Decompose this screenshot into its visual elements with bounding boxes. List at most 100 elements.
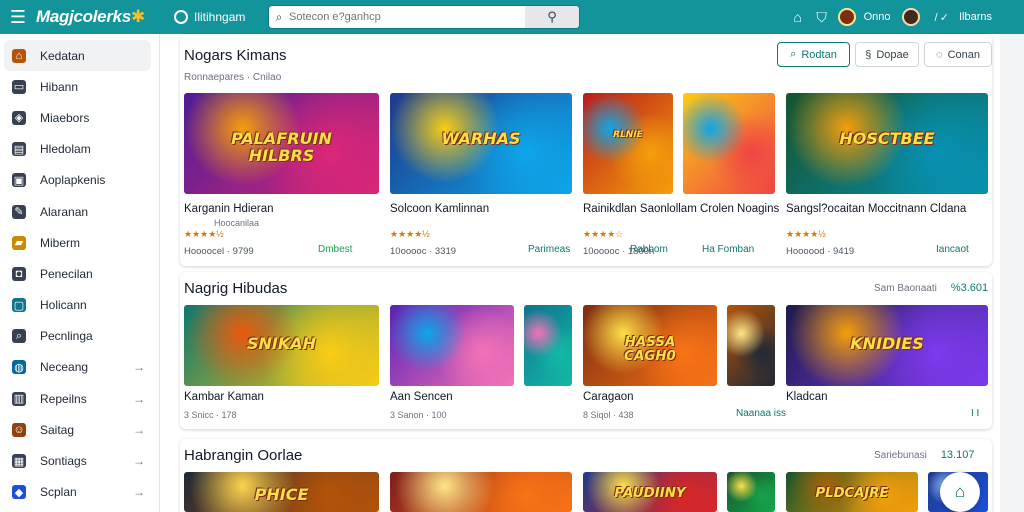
card-info: Hoooood · 9419 bbox=[786, 246, 855, 257]
gamepad-icon: ◈ bbox=[12, 110, 26, 125]
download-link[interactable]: Dmbest bbox=[318, 244, 352, 255]
download-link-extra[interactable]: Ha Fomban bbox=[702, 244, 754, 255]
game-thumbnail[interactable]: RLNIE bbox=[583, 93, 673, 194]
sidebar-item-7[interactable]: ◘ Penecilan bbox=[0, 258, 159, 289]
card-rating: 3 Sanon · 100 bbox=[390, 410, 447, 420]
sidebar-item-13[interactable]: ▦ Sontiags → bbox=[0, 445, 159, 476]
top-separator: / ✓ bbox=[934, 11, 949, 24]
hamburger-menu-icon[interactable]: ☰ bbox=[0, 0, 36, 34]
sidebar-item-10[interactable]: ◍ Neceang → bbox=[0, 352, 159, 383]
scrollbar[interactable] bbox=[1000, 34, 1024, 512]
floating-home-button[interactable]: ⌂ bbox=[940, 472, 980, 512]
game-thumbnail[interactable] bbox=[390, 305, 514, 386]
download-link[interactable]: Parimeas bbox=[528, 244, 570, 255]
avatar[interactable] bbox=[837, 8, 856, 26]
home-icon: ⌂ bbox=[954, 482, 966, 501]
game-thumbnail[interactable]: PAUDIINY bbox=[583, 472, 717, 512]
section-title-3: Habrangin Oorlae bbox=[184, 447, 303, 464]
card-title[interactable]: Solcoon Kamlinnan bbox=[390, 203, 489, 215]
card-extra[interactable]: I I bbox=[971, 408, 979, 419]
download-link[interactable]: Rabbom bbox=[630, 244, 668, 255]
game-thumbnail[interactable]: SNIKAH bbox=[184, 305, 379, 386]
sidebar-item-1[interactable]: ▭ Hibann bbox=[0, 71, 159, 102]
sidebar-item-5[interactable]: ✎ Alaranan bbox=[0, 196, 159, 227]
card-rating: ★★★★½ bbox=[786, 229, 826, 239]
sidebar-item-2[interactable]: ◈ Miaebors bbox=[0, 102, 159, 133]
game-thumbnail[interactable] bbox=[683, 93, 775, 194]
home-icon[interactable]: ⌂ bbox=[786, 9, 810, 25]
chevron-right-icon[interactable]: → bbox=[133, 454, 145, 468]
game-thumbnail[interactable]: PHICE bbox=[184, 472, 379, 512]
sidebar-item-label: Hibann bbox=[40, 79, 79, 94]
card-rating: ★★★★☆ bbox=[583, 229, 624, 239]
tag-icon: ▣ bbox=[12, 173, 26, 188]
game-thumbnail[interactable] bbox=[727, 472, 775, 512]
card-title[interactable]: Rainikdlan Saonlollam Crolen Noagins bbox=[583, 203, 779, 215]
game-thumbnail[interactable]: HASSA CAGH0 bbox=[583, 305, 717, 386]
sidebar-item-label: Pecnlinga bbox=[40, 329, 93, 344]
section-meta-label: Sam Baonaati bbox=[874, 283, 937, 294]
sidebar-item-0[interactable]: ⌂ Kedatan bbox=[4, 40, 151, 72]
top-right-actions: ⌂ ⛉ Onno / ✓ Ilbarns bbox=[786, 0, 1024, 34]
shield-icon[interactable]: ⛉ bbox=[810, 9, 834, 26]
card-title[interactable]: Aan Sencen bbox=[390, 391, 453, 403]
card-title[interactable]: Karganin Hdieran bbox=[184, 203, 274, 215]
brand-name: Magjcolerks bbox=[36, 7, 131, 26]
brand-logo[interactable]: Magjcolerks✱ bbox=[36, 7, 174, 27]
sidebar-item-label: Kedatan bbox=[40, 48, 85, 63]
filter-button-search[interactable]: ⌕ Rodtan bbox=[777, 42, 850, 67]
card-rating: ★★★★½ bbox=[390, 229, 430, 239]
game-thumbnail[interactable]: KNIDIES bbox=[786, 305, 988, 386]
top-bar: ☰ Magjcolerks✱ Ilitihngam ⌕ ⚲ ⌂ ⛉ Onno /… bbox=[0, 0, 1024, 34]
sidebar-item-12[interactable]: ☺ Saitag → bbox=[0, 414, 159, 445]
card-rating: 3 Snicc · 178 bbox=[184, 410, 237, 420]
section-meta-value[interactable]: %3.601 bbox=[951, 282, 988, 294]
chevron-right-icon[interactable]: → bbox=[133, 392, 145, 406]
thumbnail-art-text: PALAFRUIN HILBRS bbox=[231, 129, 332, 166]
thumbnail-art-text: RLNIE bbox=[613, 130, 643, 141]
thumbnail-art-text: PHICE bbox=[254, 485, 309, 505]
game-thumbnail[interactable]: PALAFRUIN HILBRS bbox=[184, 93, 379, 194]
game-thumbnail[interactable]: WARHAS bbox=[390, 93, 572, 194]
nav-home-link[interactable]: Ilitihngam bbox=[174, 10, 268, 24]
section-title-2: Nagrig Hibudas bbox=[184, 280, 288, 297]
section-subtitle-1: Ronnaepares · Cnilao bbox=[184, 72, 282, 83]
sidebar-item-11[interactable]: ▥ Repeilns → bbox=[0, 383, 159, 414]
sidebar-item-6[interactable]: ▰ Miberm bbox=[0, 227, 159, 258]
sidebar-item-14[interactable]: ◆ Scplan → bbox=[0, 477, 159, 508]
avatar-secondary[interactable] bbox=[902, 8, 921, 26]
pen-icon: ✎ bbox=[12, 204, 26, 219]
chevron-right-icon[interactable]: → bbox=[133, 485, 145, 499]
card-title[interactable]: Kladcan bbox=[786, 391, 828, 403]
sidebar-item-9[interactable]: ⌕ Pecnlinga bbox=[0, 321, 159, 352]
game-thumbnail[interactable] bbox=[727, 305, 775, 386]
search-input[interactable] bbox=[289, 6, 525, 28]
sidebar-item-label: Repeilns bbox=[40, 391, 87, 406]
sidebar-item-label: Miaebors bbox=[40, 110, 90, 125]
home-icon: ⌂ bbox=[12, 48, 26, 63]
game-thumbnail[interactable] bbox=[524, 305, 572, 386]
sidebar-item-label: Aoplapkenis bbox=[40, 173, 106, 188]
card-title[interactable]: Sangsl?ocaitan Moccitnann Cldana bbox=[786, 203, 966, 215]
chevron-right-icon[interactable]: → bbox=[133, 360, 145, 374]
card-info: 10ooooc · 3319 bbox=[390, 246, 457, 257]
filter-button-dopae[interactable]: § Dopae bbox=[855, 42, 919, 67]
game-thumbnail[interactable]: PLDCAJRE bbox=[786, 472, 918, 512]
sidebar-item-8[interactable]: ▢ Holicann bbox=[0, 290, 159, 321]
sidebar-item-4[interactable]: ▣ Aoplapkenis bbox=[0, 165, 159, 196]
chevron-right-icon[interactable]: → bbox=[133, 423, 145, 437]
filter-button-conan[interactable]: ◌ Conan bbox=[924, 42, 992, 67]
top-right-label[interactable]: Ilbarns bbox=[959, 11, 992, 23]
card-title[interactable]: Kambar Kaman bbox=[184, 391, 264, 403]
card-title[interactable]: Caragaon bbox=[583, 391, 634, 403]
top-user-name[interactable]: Onno bbox=[864, 11, 891, 23]
thumbnail-art-text: KNIDIES bbox=[850, 333, 924, 353]
search-button[interactable]: ⚲ bbox=[525, 6, 579, 28]
sidebar-item-3[interactable]: ▤ Hledolam bbox=[0, 134, 159, 165]
section-meta-value[interactable]: 13.107 bbox=[941, 449, 975, 461]
game-thumbnail[interactable] bbox=[390, 472, 572, 512]
card-extra[interactable]: Naanaa iss bbox=[736, 408, 786, 419]
download-link[interactable]: Iancaot bbox=[936, 244, 969, 255]
search-icon: ⚲ bbox=[547, 9, 557, 24]
game-thumbnail[interactable]: HOSCTBEE bbox=[786, 93, 988, 194]
